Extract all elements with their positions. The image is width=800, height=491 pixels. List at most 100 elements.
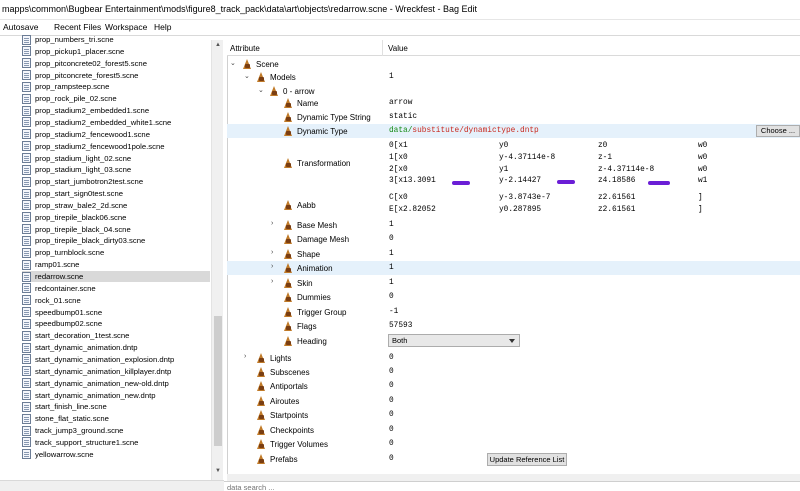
tree-row-scene[interactable]: ⌄ Scene — [227, 57, 800, 71]
file-list-item[interactable]: rock_01.scne — [22, 295, 210, 306]
matrix-cell[interactable]: 0[x1 — [389, 142, 408, 150]
file-list-item[interactable]: prop_tirepile_black06.scne — [22, 212, 210, 223]
expand-chevron-icon[interactable]: › — [271, 220, 273, 227]
scrollbar-thumb[interactable] — [214, 316, 222, 446]
file-list-item[interactable]: speedbump01.scne — [22, 307, 210, 318]
tree-row-flags[interactable]: Flags 57593 — [227, 319, 800, 333]
matrix-cell[interactable]: z-1 — [598, 154, 612, 162]
matrix-cell[interactable]: C[x0 — [389, 194, 408, 202]
column-separator[interactable] — [382, 40, 383, 56]
prefabs-value[interactable]: 0 — [389, 455, 394, 463]
matrix-cell[interactable]: z-4.37114e-8 — [598, 166, 654, 174]
matrix-cell[interactable]: y-3.8743e-7 — [499, 194, 550, 202]
file-list-item[interactable]: track_jump3_ground.scne — [22, 425, 210, 436]
matrix-cell[interactable]: w1 — [698, 177, 707, 185]
file-list-item[interactable]: start_dynamic_animation_killplayer.dntp — [22, 366, 210, 377]
trigger-group-value[interactable]: -1 — [389, 308, 398, 316]
file-list-item[interactable]: prop_stadium2_embedded_white1.scne — [22, 117, 210, 128]
tree-row-trigger-group[interactable]: Trigger Group -1 — [227, 305, 800, 319]
tree-row-dummies[interactable]: Dummies 0 — [227, 290, 800, 304]
file-list-item[interactable]: prop_pitconcrete02_forest5.scne — [22, 58, 210, 69]
matrix-cell[interactable]: 2[x0 — [389, 166, 408, 174]
dummies-value[interactable]: 0 — [389, 293, 394, 301]
scroll-up-icon[interactable]: ▲ — [215, 42, 221, 48]
file-list-item[interactable]: prop_pickup1_placer.scne — [22, 46, 210, 57]
collapse-chevron-icon[interactable]: ⌄ — [230, 59, 236, 67]
file-list-item[interactable]: prop_start_sign0test.scne — [22, 188, 210, 199]
animation-value[interactable]: 1 — [389, 264, 394, 272]
file-list-item[interactable]: start_dynamic_animation_explosion.dntp — [22, 354, 210, 365]
matrix-cell[interactable]: w0 — [698, 166, 707, 174]
matrix-cell[interactable]: ] — [698, 206, 703, 214]
file-list-item[interactable]: yellowarrow.scne — [22, 449, 210, 460]
scroll-down-icon[interactable]: ▼ — [215, 468, 221, 474]
checkpoints-value[interactable]: 0 — [389, 426, 394, 434]
trigger-volumes-value[interactable]: 0 — [389, 440, 394, 448]
flags-value[interactable]: 57593 — [389, 322, 412, 330]
matrix-cell[interactable]: z2.61561 — [598, 206, 635, 214]
matrix-cell[interactable]: 1[x0 — [389, 154, 408, 162]
matrix-cell[interactable]: y1 — [499, 166, 508, 174]
file-list-item[interactable]: prop_turnblock.scne — [22, 247, 210, 258]
matrix-cell[interactable]: ] — [698, 194, 703, 202]
file-list-item[interactable]: prop_start_jumbotron2test.scne — [22, 176, 210, 187]
choose-button[interactable]: Choose ... — [756, 125, 800, 137]
tree-row-name[interactable]: Name arrow — [227, 96, 800, 110]
tree-row-shape[interactable]: › Shape 1 — [227, 247, 800, 261]
file-list-item[interactable]: start_dynamic_animation_new.dntp — [22, 390, 210, 401]
name-value[interactable]: arrow — [389, 99, 412, 107]
file-list-item[interactable]: stone_flat_static.scne — [22, 413, 210, 424]
attribute-column-header[interactable]: Attribute — [230, 44, 260, 53]
tree-row-airoutes[interactable]: Airoutes 0 — [227, 394, 800, 408]
matrix-cell[interactable]: E[x2.82052 — [389, 206, 436, 214]
matrix-cell[interactable]: z2.61561 — [598, 194, 635, 202]
menu-autosave[interactable]: Autosave — [3, 22, 38, 32]
collapse-chevron-icon[interactable]: ⌄ — [244, 72, 250, 80]
property-hscrollbar[interactable] — [227, 474, 800, 481]
file-list-item[interactable]: prop_stadium2_embedded1.scne — [22, 105, 210, 116]
file-list[interactable]: prop_numbers_tri.scne prop_pickup1_placer… — [0, 34, 223, 480]
file-list-item[interactable]: speedbump02.scne — [22, 318, 210, 329]
base-mesh-value[interactable]: 1 — [389, 221, 394, 229]
matrix-cell[interactable]: w0 — [698, 142, 707, 150]
airoutes-value[interactable]: 0 — [389, 397, 394, 405]
tree-row-dynamic-type-string[interactable]: Dynamic Type String static — [227, 110, 800, 124]
file-list-item[interactable]: start_dynamic_animation_new-old.dntp — [22, 378, 210, 389]
tree-row-trigger-volumes[interactable]: Trigger Volumes 0 — [227, 437, 800, 451]
matrix-cell[interactable]: y0.287895 — [499, 206, 541, 214]
menu-workspace[interactable]: Workspace — [105, 22, 147, 32]
expand-chevron-icon[interactable]: › — [271, 263, 273, 270]
lights-value[interactable]: 0 — [389, 354, 394, 362]
file-list-item[interactable]: start_decoration_1test.scne — [22, 330, 210, 341]
file-list-item[interactable]: prop_pitconcrete_forest5.scne — [22, 70, 210, 81]
file-list-item[interactable]: prop_numbers_tri.scne — [22, 34, 210, 45]
matrix-cell[interactable]: y0 — [499, 142, 508, 150]
update-reference-list-button[interactable]: Update Reference List — [487, 453, 567, 466]
startpoints-value[interactable]: 0 — [389, 411, 394, 419]
file-list-item[interactable]: prop_stadium2_fencewood1.scne — [22, 129, 210, 140]
file-list-item[interactable]: start_finish_line.scne — [22, 401, 210, 412]
file-list-scrollbar[interactable]: ▲ ▼ — [211, 40, 223, 480]
file-list-item[interactable]: prop_straw_bale2_2d.scne — [22, 200, 210, 211]
subscenes-value[interactable]: 0 — [389, 368, 394, 376]
file-list-item[interactable]: track_support_structure1.scne — [22, 437, 210, 448]
file-list-item[interactable]: redarrow.scne — [22, 271, 210, 282]
file-list-item[interactable]: prop_rampsteep.scne — [22, 81, 210, 92]
matrix-cell[interactable]: y-2.14427 — [499, 177, 541, 185]
matrix-cell[interactable]: 3[x13.3091 — [389, 177, 436, 185]
dynamic-type-path[interactable]: data/substitute/dynamictype.dntp — [389, 127, 539, 135]
menu-recent-files[interactable]: Recent Files — [54, 22, 101, 32]
models-value[interactable]: 1 — [389, 73, 394, 81]
data-search-input[interactable] — [227, 483, 527, 491]
menu-help[interactable]: Help — [154, 22, 171, 32]
damage-mesh-value[interactable]: 0 — [389, 235, 394, 243]
expand-chevron-icon[interactable]: › — [271, 278, 273, 285]
file-list-item[interactable]: prop_tirepile_black_dirty03.scne — [22, 235, 210, 246]
matrix-cell[interactable]: y-4.37114e-8 — [499, 154, 555, 162]
tree-row-lights[interactable]: › Lights 0 — [227, 351, 800, 365]
file-list-item[interactable]: prop_stadium2_fencewood1pole.scne — [22, 141, 210, 152]
tree-row-animation[interactable]: › Animation 1 — [227, 261, 800, 275]
dynamic-type-string-value[interactable]: static — [389, 113, 417, 121]
tree-row-damage-mesh[interactable]: Damage Mesh 0 — [227, 232, 800, 246]
file-list-item[interactable]: prop_stadium_light_03.scne — [22, 164, 210, 175]
